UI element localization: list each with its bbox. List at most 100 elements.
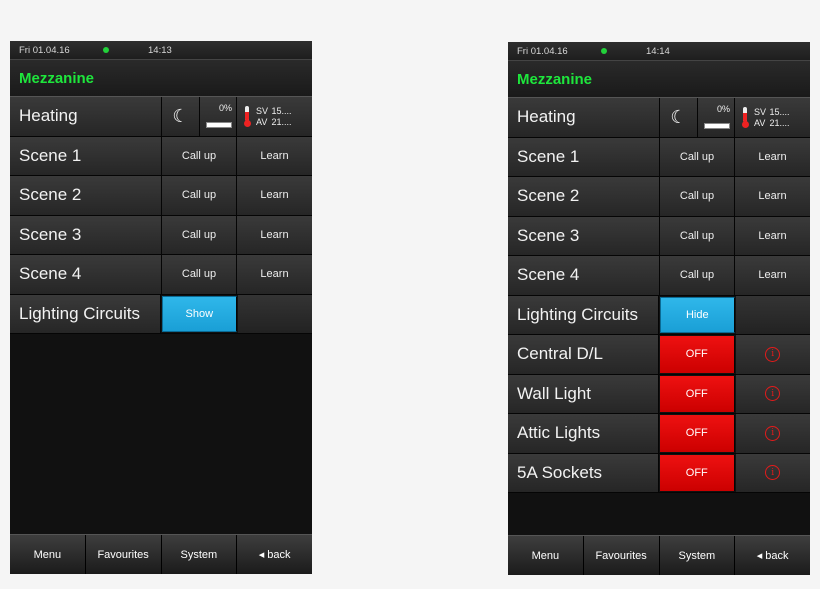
off-button[interactable]: OFF (660, 336, 735, 373)
learn-button[interactable]: Learn (237, 255, 312, 294)
empty-cell (735, 295, 810, 334)
learn-button[interactable]: Learn (735, 256, 810, 295)
off-button[interactable]: OFF (660, 454, 735, 491)
learn-button[interactable]: Learn (237, 136, 312, 175)
heating-level-bar (206, 121, 232, 128)
heating-label: Heating (508, 98, 660, 137)
heating-level: 0% (200, 97, 237, 136)
heating-label: Heating (10, 97, 162, 136)
circuit-label: Wall Light (508, 374, 660, 413)
off-button[interactable]: OFF (660, 375, 735, 412)
info-icon: i (765, 425, 781, 441)
scene-label: Scene 2 (508, 177, 660, 216)
heating-percent: 0% (716, 104, 730, 114)
status-date: Fri 01.04.16 (517, 45, 568, 57)
off-button[interactable]: OFF (660, 415, 735, 452)
info-button[interactable]: i (735, 414, 810, 453)
scene-label: Scene 3 (10, 215, 162, 254)
hide-circuits-button[interactable]: Hide (660, 296, 735, 333)
scene-row: Scene 2 Call up Learn (10, 176, 312, 216)
system-button[interactable]: System (161, 535, 238, 574)
heating-level-bar (704, 122, 730, 129)
scene-label: Scene 1 (10, 136, 162, 175)
connection-led-icon (103, 47, 109, 53)
call-up-button[interactable]: Call up (660, 137, 735, 176)
temperature-values: SV 15.... AV 21.... (754, 107, 790, 128)
scene-row: Scene 1 Call up Learn (508, 137, 810, 177)
show-circuits-button[interactable]: Show (162, 295, 237, 332)
circuit-label: 5A Sockets (508, 453, 660, 492)
back-button[interactable]: ◂ back (237, 535, 312, 574)
scene-row: Scene 4 Call up Learn (10, 255, 312, 295)
bottom-nav: Menu Favourites System ◂ back (10, 534, 312, 574)
circuit-label: Attic Lights (508, 414, 660, 453)
panel-left: Fri 01.04.16 14:13 Mezzanine Heating ☾ 0… (10, 41, 312, 574)
status-time: 14:13 (148, 45, 172, 56)
heating-row: Heating ☾ 0% SV 15.... AV 21.... (10, 97, 312, 137)
moon-icon: ☾ (670, 106, 687, 127)
panel-right: Fri 01.04.16 14:14 Mezzanine Heating ☾ 0… (508, 42, 810, 575)
lighting-circuits-row: Lighting Circuits Hide (508, 295, 810, 335)
temperature-display[interactable]: SV 15.... AV 21.... (237, 97, 312, 136)
circuit-label: Central D/L (508, 335, 660, 374)
scene-row: Scene 4 Call up Learn (508, 256, 810, 296)
room-title: Mezzanine (508, 61, 810, 98)
learn-button[interactable]: Learn (237, 176, 312, 215)
call-up-button[interactable]: Call up (162, 255, 237, 294)
learn-button[interactable]: Learn (735, 216, 810, 255)
info-button[interactable]: i (735, 374, 810, 413)
thermometer-icon (244, 106, 251, 128)
scene-label: Scene 4 (508, 256, 660, 295)
call-up-button[interactable]: Call up (162, 136, 237, 175)
system-button[interactable]: System (659, 536, 736, 575)
circuit-row: Wall Light OFF i (508, 374, 810, 414)
call-up-button[interactable]: Call up (162, 176, 237, 215)
connection-led-icon (601, 48, 607, 54)
status-bar: Fri 01.04.16 14:14 (508, 42, 810, 61)
scene-label: Scene 1 (508, 137, 660, 176)
scene-row: Scene 3 Call up Learn (10, 215, 312, 255)
empty-cell (237, 294, 312, 333)
temperature-display[interactable]: SV 15.... AV 21.... (735, 98, 810, 137)
menu-button[interactable]: Menu (10, 535, 86, 574)
scene-row: Scene 3 Call up Learn (508, 216, 810, 256)
lighting-circuits-label: Lighting Circuits (508, 295, 660, 334)
info-button[interactable]: i (735, 453, 810, 492)
call-up-button[interactable]: Call up (162, 215, 237, 254)
moon-icon: ☾ (172, 105, 189, 126)
info-icon: i (765, 386, 781, 402)
status-bar: Fri 01.04.16 14:13 (10, 41, 312, 60)
status-date: Fri 01.04.16 (19, 44, 70, 56)
scene-row: Scene 1 Call up Learn (10, 136, 312, 176)
night-mode-button[interactable]: ☾ (162, 97, 200, 136)
favourites-button[interactable]: Favourites (583, 536, 660, 575)
circuit-row: Attic Lights OFF i (508, 414, 810, 454)
learn-button[interactable]: Learn (237, 215, 312, 254)
info-icon: i (765, 465, 781, 481)
learn-button[interactable]: Learn (735, 177, 810, 216)
info-button[interactable]: i (735, 335, 810, 374)
heating-percent: 0% (218, 103, 232, 113)
back-button[interactable]: ◂ back (735, 536, 810, 575)
scene-label: Scene 3 (508, 216, 660, 255)
menu-button[interactable]: Menu (508, 536, 584, 575)
lighting-circuits-label: Lighting Circuits (10, 294, 162, 333)
lighting-circuits-row: Lighting Circuits Show (10, 294, 312, 334)
favourites-button[interactable]: Favourites (85, 535, 162, 574)
bottom-nav: Menu Favourites System ◂ back (508, 535, 810, 575)
info-icon: i (765, 346, 781, 362)
room-title: Mezzanine (10, 60, 312, 97)
scene-label: Scene 2 (10, 176, 162, 215)
temperature-values: SV 15.... AV 21.... (256, 106, 292, 127)
night-mode-button[interactable]: ☾ (660, 98, 698, 137)
scene-row: Scene 2 Call up Learn (508, 177, 810, 217)
scene-label: Scene 4 (10, 255, 162, 294)
thermometer-icon (742, 107, 749, 129)
heating-row: Heating ☾ 0% SV 15.... AV 21.... (508, 98, 810, 138)
learn-button[interactable]: Learn (735, 137, 810, 176)
call-up-button[interactable]: Call up (660, 216, 735, 255)
call-up-button[interactable]: Call up (660, 177, 735, 216)
call-up-button[interactable]: Call up (660, 256, 735, 295)
heating-level: 0% (698, 98, 735, 137)
circuit-row: Central D/L OFF i (508, 335, 810, 375)
